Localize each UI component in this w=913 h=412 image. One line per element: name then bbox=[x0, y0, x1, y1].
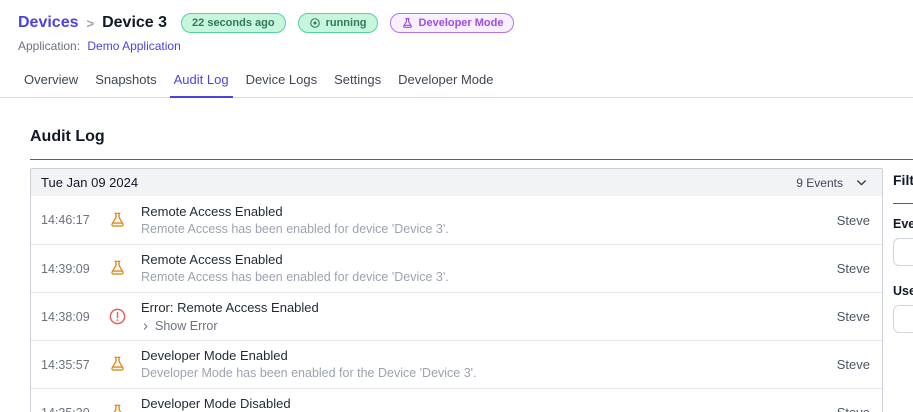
event-description: Remote Access has been enabled for devic… bbox=[141, 221, 449, 236]
event-time: 14:35:57 bbox=[41, 357, 90, 372]
events-filter-input[interactable] bbox=[893, 238, 913, 266]
flask-icon bbox=[401, 17, 414, 30]
event-title: Remote Access Enabled bbox=[141, 252, 283, 267]
audit-row: 14:35:57 Developer Mode Enabled Develope… bbox=[31, 340, 882, 388]
event-user: Steve bbox=[837, 405, 872, 412]
show-error-toggle[interactable]: Show Error bbox=[141, 319, 837, 333]
audit-row: 14:35:30 Developer Mode Disabled Steve bbox=[31, 388, 882, 412]
show-error-label: Show Error bbox=[155, 319, 218, 333]
page-title: Audit Log bbox=[30, 128, 105, 145]
date-group-header[interactable]: Tue Jan 09 2024 9 Events bbox=[31, 169, 882, 196]
tab-device-logs[interactable]: Device Logs bbox=[242, 63, 322, 97]
event-time: 14:38:09 bbox=[41, 309, 90, 324]
chevron-right-icon bbox=[141, 322, 150, 331]
record-icon bbox=[309, 17, 321, 29]
chevron-down-icon[interactable] bbox=[855, 176, 868, 189]
tab-audit-log[interactable]: Audit Log bbox=[169, 63, 233, 98]
breadcrumb: Devices > Device 3 22 seconds ago runnin… bbox=[18, 13, 913, 33]
event-time: 14:35:30 bbox=[41, 406, 96, 412]
event-user: Steve bbox=[836, 309, 870, 324]
event-title: Developer Mode Enabled bbox=[141, 348, 288, 363]
breadcrumb-current-device: Device 3 bbox=[102, 14, 168, 31]
running-status-badge: running bbox=[297, 13, 378, 33]
audit-row: 14:39:09 Remote Access Enabled Remote Ac… bbox=[31, 244, 882, 292]
event-description: Developer Mode has been enabled for the … bbox=[141, 366, 477, 380]
device-header: Devices > Device 3 22 seconds ago runnin… bbox=[0, 0, 913, 53]
breadcrumb-devices-link[interactable]: Devices bbox=[18, 14, 79, 32]
events-count: 9 Events bbox=[796, 175, 843, 190]
event-time: 14:39:09 bbox=[41, 261, 90, 276]
last-seen-badge-label: 22 seconds ago bbox=[192, 17, 275, 29]
application-link[interactable]: Demo Application bbox=[87, 39, 180, 53]
flask-icon bbox=[108, 211, 129, 230]
flask-icon bbox=[108, 259, 129, 278]
event-title: Error: Remote Access Enabled bbox=[141, 300, 319, 315]
filters-title: Filters bbox=[893, 172, 913, 188]
flask-icon bbox=[108, 403, 129, 412]
tab-snapshots[interactable]: Snapshots bbox=[91, 63, 160, 97]
events-filter-label: Events bbox=[893, 217, 913, 231]
developer-mode-badge-label: Developer Mode bbox=[418, 17, 504, 29]
device-detail-page: Devices > Device 3 22 seconds ago runnin… bbox=[0, 0, 913, 412]
running-status-label: running bbox=[325, 17, 367, 29]
application-label: Application: bbox=[18, 39, 81, 53]
event-title: Developer Mode Disabled bbox=[141, 396, 291, 411]
status-badges: 22 seconds ago running Developer Mode bbox=[181, 13, 515, 33]
date-group-label: Tue Jan 09 2024 bbox=[41, 175, 139, 190]
audit-row: 14:46:17 Remote Access Enabled Remote Ac… bbox=[31, 196, 882, 244]
tab-overview[interactable]: Overview bbox=[20, 63, 82, 97]
tab-developer-mode[interactable]: Developer Mode bbox=[394, 63, 497, 97]
developer-mode-badge: Developer Mode bbox=[389, 13, 515, 33]
filters-panel: Filters Events User bbox=[893, 168, 913, 351]
event-user: Steve bbox=[836, 212, 870, 228]
error-icon bbox=[108, 307, 129, 326]
breadcrumb-separator-icon: > bbox=[86, 15, 95, 31]
event-description: Remote Access has been enabled for devic… bbox=[141, 270, 449, 284]
event-title: Remote Access Enabled bbox=[141, 203, 283, 219]
user-filter-input[interactable] bbox=[893, 305, 913, 333]
tab-bar: Overview Snapshots Audit Log Device Logs… bbox=[0, 59, 913, 98]
flask-icon bbox=[108, 355, 129, 374]
application-row: Application: Demo Application bbox=[18, 39, 913, 53]
section-divider bbox=[30, 159, 913, 160]
audit-row-error: 14:38:09 Error: Remote Access Enabled Sh… bbox=[31, 292, 882, 340]
user-filter-label: User bbox=[893, 284, 913, 298]
main-content: Audit Log Tue Jan 09 2024 9 Events 14:46… bbox=[0, 98, 913, 412]
event-user: Steve bbox=[836, 357, 870, 372]
last-seen-badge: 22 seconds ago bbox=[181, 13, 286, 33]
filters-divider bbox=[893, 203, 913, 204]
event-time: 14:46:17 bbox=[41, 213, 90, 227]
event-user: Steve bbox=[836, 261, 870, 276]
tab-settings[interactable]: Settings bbox=[330, 63, 385, 97]
audit-log-table: Tue Jan 09 2024 9 Events 14:46:17 Remote… bbox=[30, 168, 883, 412]
